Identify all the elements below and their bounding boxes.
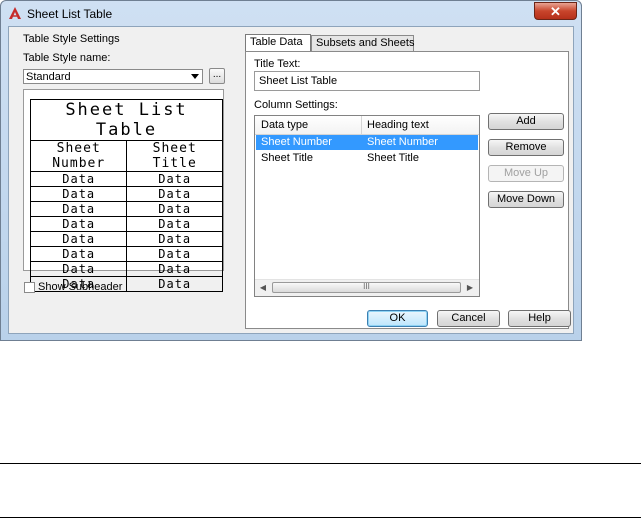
preview-cell: Data: [126, 186, 223, 202]
preview-table: Sheet List Table Sheet Number Sheet Titl…: [29, 99, 223, 292]
cancel-button[interactable]: Cancel: [437, 310, 500, 327]
column-header-data-type[interactable]: Data type: [261, 119, 308, 131]
preview-cell: Data: [29, 216, 128, 232]
move-up-button[interactable]: Move Up: [488, 165, 564, 182]
sheet-list-table-dialog: Sheet List Table ✕ Table Style Settings …: [0, 0, 582, 341]
ellipsis-icon: ...: [212, 69, 222, 80]
tab-table-data-label: Table Data: [250, 36, 303, 48]
column-header-heading-text[interactable]: Heading text: [367, 119, 429, 131]
row-data-type: Sheet Title: [261, 152, 313, 164]
table-style-preview: Sheet List Table Sheet Number Sheet Titl…: [23, 89, 224, 292]
add-button-label: Add: [516, 115, 536, 127]
preview-cell: Data: [29, 261, 128, 277]
ok-button[interactable]: OK: [367, 310, 428, 327]
browse-table-style-button[interactable]: ...: [209, 68, 225, 84]
table-data-panel: Title Text: Sheet List Table Column Sett…: [245, 51, 569, 329]
column-divider[interactable]: [361, 116, 362, 134]
window-title: Sheet List Table: [27, 7, 113, 21]
tab-subsets-and-sheets[interactable]: Subsets and Sheets: [311, 35, 414, 51]
close-button[interactable]: ✕: [534, 2, 577, 20]
grip-icon: III: [363, 282, 370, 291]
move-up-button-label: Move Up: [503, 167, 549, 179]
title-bar[interactable]: Sheet List Table ✕: [1, 1, 581, 25]
title-text-value: Sheet List Table: [259, 75, 338, 87]
preview-cell: Data: [126, 171, 223, 187]
cancel-button-label: Cancel: [451, 312, 486, 324]
move-down-button-label: Move Down: [496, 193, 556, 205]
horizontal-rule: [0, 463, 641, 464]
title-text-input[interactable]: Sheet List Table: [254, 71, 480, 91]
close-icon: ✕: [550, 4, 561, 19]
preview-cell: Data: [29, 186, 128, 202]
preview-cell: Data: [126, 231, 223, 247]
row-heading: Sheet Number: [367, 136, 438, 148]
preview-cell: Data: [29, 246, 128, 262]
show-subheader-label[interactable]: Show Subheader: [38, 281, 122, 293]
horizontal-scrollbar[interactable]: ◀ III ▶: [255, 279, 479, 296]
preview-cell: Data: [29, 171, 128, 187]
tab-subsets-and-sheets-label: Subsets and Sheets: [316, 37, 415, 49]
dialog-client-area: Table Style Settings Table Style name: S…: [8, 26, 574, 334]
table-style-name-label: Table Style name:: [23, 52, 111, 64]
chevron-down-icon: [191, 74, 199, 79]
add-button[interactable]: Add: [488, 113, 564, 130]
scroll-left-icon[interactable]: ◀: [255, 280, 271, 296]
scroll-right-icon[interactable]: ▶: [462, 280, 478, 296]
list-item[interactable]: Sheet Title Sheet Title: [256, 151, 478, 166]
remove-button[interactable]: Remove: [488, 139, 564, 156]
tab-table-data[interactable]: Table Data: [245, 34, 311, 52]
preview-cell: Data: [29, 231, 128, 247]
ok-button-label: OK: [389, 312, 406, 324]
list-item[interactable]: Sheet Number Sheet Number: [256, 135, 478, 150]
preview-cell: Data: [126, 276, 223, 292]
horizontal-rule: [0, 517, 641, 518]
row-data-type: Sheet Number: [261, 136, 332, 148]
autocad-app-icon: [9, 7, 21, 19]
remove-button-label: Remove: [505, 141, 547, 153]
table-style-settings-label: Table Style Settings: [23, 33, 120, 45]
table-style-name-dropdown[interactable]: Standard: [23, 69, 203, 84]
help-button-label: Help: [528, 312, 551, 324]
preview-cell: Data: [126, 246, 223, 262]
list-header: Data type Heading text: [255, 116, 479, 135]
preview-cell: Data: [29, 201, 128, 217]
title-text-label: Title Text:: [254, 58, 301, 70]
preview-header-sheet-title: Sheet Title: [126, 140, 223, 172]
preview-header-sheet-number: Sheet Number: [29, 140, 128, 172]
table-style-name-value: Standard: [26, 71, 71, 83]
row-heading: Sheet Title: [367, 152, 419, 164]
preview-caption: Sheet List Table: [30, 99, 223, 141]
preview-cell: Data: [126, 216, 223, 232]
preview-cell: Data: [126, 201, 223, 217]
column-settings-label: Column Settings:: [254, 99, 338, 111]
show-subheader-checkbox[interactable]: [24, 282, 35, 293]
preview-cell: Data: [126, 261, 223, 277]
scroll-thumb[interactable]: III: [272, 282, 461, 293]
help-button[interactable]: Help: [508, 310, 571, 327]
column-settings-list[interactable]: Data type Heading text Sheet Number Shee…: [254, 115, 480, 297]
move-down-button[interactable]: Move Down: [488, 191, 564, 208]
